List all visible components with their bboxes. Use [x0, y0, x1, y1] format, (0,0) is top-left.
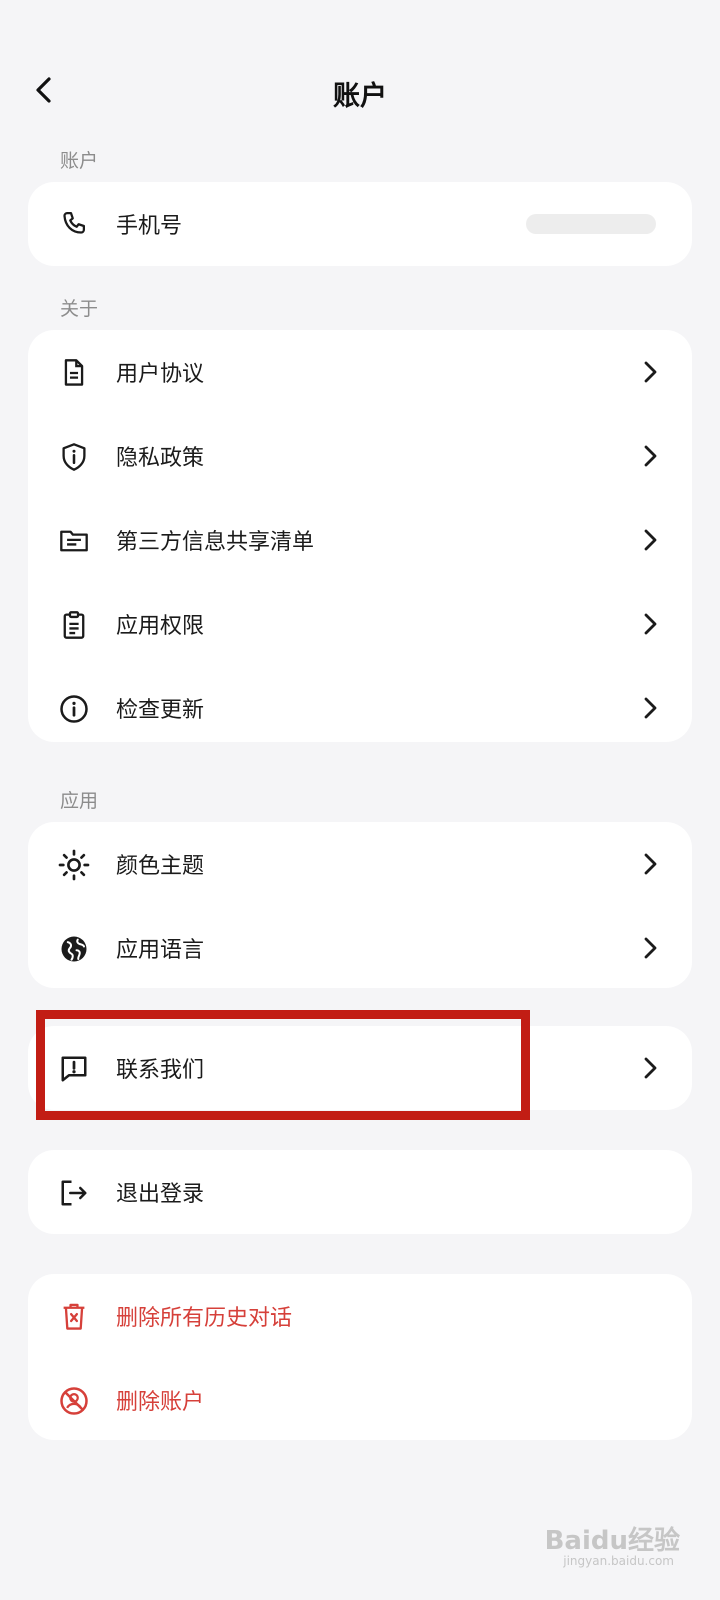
chevron-right-icon [636, 850, 664, 878]
sun-icon [58, 849, 90, 881]
delete-account-icon [58, 1385, 90, 1417]
chevron-right-icon [636, 1054, 664, 1082]
delete-all-history-label: 删除所有历史对话 [116, 1306, 293, 1331]
third-party-sharing-label: 第三方信息共享清单 [116, 530, 315, 555]
danger-card: 删除所有历史对话 删除账户 [28, 1274, 692, 1440]
check-update-row[interactable]: 检查更新 [28, 666, 692, 750]
shield-info-icon [58, 441, 90, 473]
contact-card: 联系我们 [28, 1026, 692, 1110]
chevron-right-icon [636, 934, 664, 962]
logout-card: 退出登录 [28, 1150, 692, 1234]
delete-all-history-row[interactable]: 删除所有历史对话 [28, 1274, 692, 1358]
app-language-label: 应用语言 [116, 938, 205, 963]
app-permissions-label: 应用权限 [116, 614, 205, 639]
user-agreement-label: 用户协议 [116, 362, 205, 387]
about-card: 用户协议 隐私政策 第三方信息共享清单 应用权限 检查更新 [28, 330, 692, 742]
feedback-icon [58, 1053, 90, 1085]
chevron-right-icon [636, 694, 664, 722]
header: 账户 [0, 60, 720, 120]
trash-icon [58, 1301, 90, 1333]
account-card: 手机号 [28, 182, 692, 266]
phone-icon [58, 209, 90, 241]
chevron-right-icon [636, 610, 664, 638]
user-agreement-row[interactable]: 用户协议 [28, 330, 692, 414]
chevron-right-icon [636, 358, 664, 386]
color-theme-label: 颜色主题 [116, 854, 205, 879]
chevron-right-icon [636, 442, 664, 470]
section-label-about: 关于 [60, 298, 99, 320]
privacy-policy-row[interactable]: 隐私政策 [28, 414, 692, 498]
document-icon [58, 357, 90, 389]
logout-row[interactable]: 退出登录 [28, 1150, 692, 1234]
app-card: 颜色主题 应用语言 [28, 822, 692, 988]
logout-label: 退出登录 [116, 1182, 205, 1207]
globe-icon [58, 933, 90, 965]
phone-row[interactable]: 手机号 [28, 182, 692, 266]
page-title: 账户 [333, 81, 387, 112]
delete-account-row[interactable]: 删除账户 [28, 1358, 692, 1442]
clipboard-icon [58, 609, 90, 641]
folder-list-icon [58, 525, 90, 557]
chevron-right-icon [636, 526, 664, 554]
info-circle-icon [58, 693, 90, 725]
contact-us-row[interactable]: 联系我们 [28, 1026, 692, 1110]
color-theme-row[interactable]: 颜色主题 [28, 822, 692, 906]
watermark: Baidu经验 jingyan.baidu.com [530, 1520, 680, 1570]
check-update-label: 检查更新 [116, 698, 205, 723]
watermark-subtext: jingyan.baidu.com [563, 1554, 674, 1568]
section-label-app: 应用 [60, 790, 99, 812]
watermark-text: Baidu经验 [544, 1526, 680, 1556]
delete-account-label: 删除账户 [116, 1390, 205, 1415]
logout-icon [58, 1177, 90, 1209]
third-party-sharing-row[interactable]: 第三方信息共享清单 [28, 498, 692, 582]
app-language-row[interactable]: 应用语言 [28, 906, 692, 990]
account-settings-screen: 账户 账户 手机号 关于 用户协议 隐私政策 第三方信息共享清单 应用权限 检查… [0, 0, 720, 1600]
app-permissions-row[interactable]: 应用权限 [28, 582, 692, 666]
phone-value [526, 214, 656, 234]
phone-label: 手机号 [116, 214, 183, 239]
privacy-policy-label: 隐私政策 [116, 446, 205, 471]
section-label-account: 账户 [60, 150, 99, 172]
contact-us-label: 联系我们 [116, 1058, 205, 1083]
